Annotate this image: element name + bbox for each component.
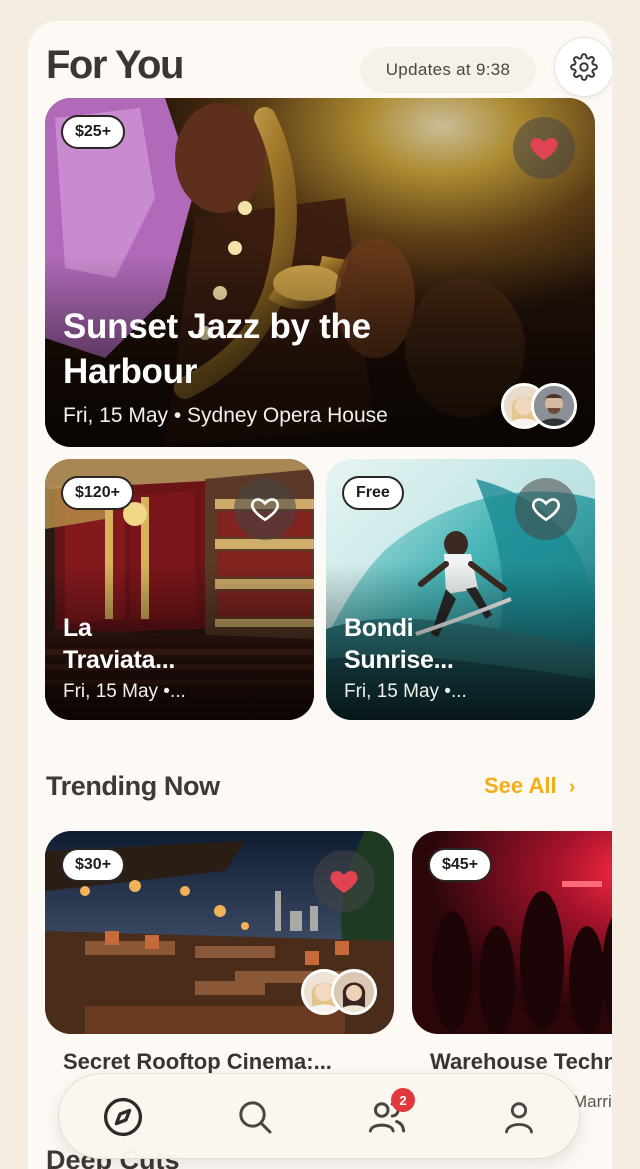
featured-meta: Fri, 15 May • Sydney Opera House [63,404,388,427]
card-meta: Fri, 15 May •... [344,681,467,702]
gear-icon [570,53,598,81]
event-card[interactable]: Free Bondi Sunrise... Fri, 15 May •... [326,459,595,720]
card-title-line: Bondi [344,614,414,642]
event-card[interactable]: $120+ La Traviata... Fri, 15 May •... [45,459,314,720]
favorite-button[interactable] [234,478,296,540]
tab-profile[interactable] [493,1091,545,1143]
tab-search[interactable] [229,1091,281,1143]
card-meta: Fri, 15 May •... [63,681,186,702]
heart-outline-icon [532,498,560,522]
heart-outline-icon [251,498,279,522]
heart-filled-icon [330,871,358,893]
for-you-screen: For You Updates at 9:38 $25+ Sunset Jazz… [28,21,612,1169]
bottom-tab-bar: 2 [58,1073,580,1159]
favorite-button[interactable] [515,478,577,540]
trending-card[interactable]: $45+ [412,831,612,1034]
featured-title: Sunset Jazz by the Harbour [63,307,371,391]
heart-filled-icon [530,138,558,160]
attendee-avatars [501,383,577,429]
chevron-right-icon: › [568,776,576,798]
compass-icon [103,1097,143,1137]
avatar [531,383,577,429]
tab-explore[interactable] [97,1091,149,1143]
card-title-line: Traviata... [63,646,176,674]
updates-pill: Updates at 9:38 [360,47,536,93]
see-all-link[interactable]: See All › [484,773,575,799]
see-all-label: See All [484,773,557,798]
card-title-line: La [63,614,92,642]
trending-card[interactable]: $30+ [45,831,394,1034]
person-icon [505,1102,533,1134]
avatar [331,969,377,1015]
attendee-avatars [301,969,377,1015]
tab-friends[interactable]: 2 [361,1088,415,1143]
price-badge: $45+ [428,848,493,882]
price-badge: $25+ [61,115,126,149]
price-badge: Free [342,476,404,510]
price-badge: $120+ [61,476,134,510]
page-title: For You [46,43,184,87]
search-icon [239,1101,272,1134]
section-title-trending: Trending Now [46,771,220,801]
card-title-line: Sunrise... [344,646,454,674]
trending-title: Warehouse Techno [430,1049,612,1074]
featured-event-card[interactable]: $25+ Sunset Jazz by the Harbour Fri, 15 … [45,98,595,447]
favorite-button[interactable] [513,117,575,179]
trending-title: Secret Rooftop Cinema:... [63,1049,332,1074]
settings-button[interactable] [554,37,612,97]
price-badge: $30+ [61,848,126,882]
notification-badge: 2 [391,1088,415,1112]
header: For You Updates at 9:38 [46,37,612,97]
favorite-button[interactable] [313,850,375,912]
